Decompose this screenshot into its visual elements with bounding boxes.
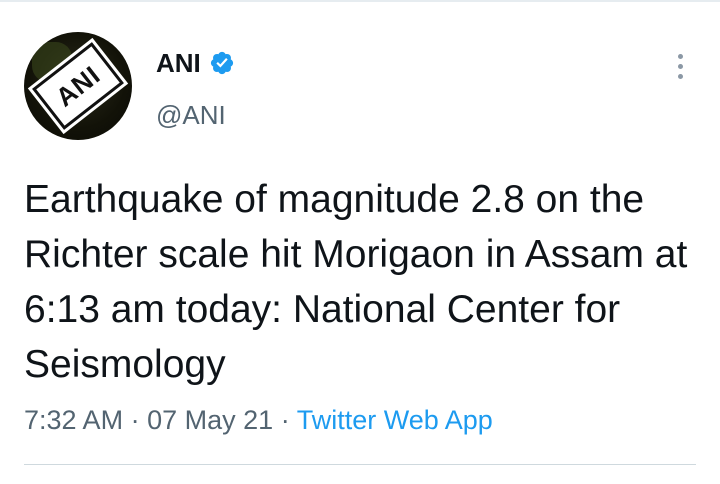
more-options-button[interactable] <box>664 50 696 82</box>
tweet-time[interactable]: 7:32 AM <box>24 405 123 435</box>
verified-badge-icon <box>210 51 233 75</box>
tweet-source-link[interactable]: Twitter Web App <box>297 405 493 435</box>
author-handle[interactable]: @ANI <box>156 98 226 132</box>
display-name[interactable]: ANI <box>156 46 201 80</box>
top-divider <box>0 0 720 2</box>
bottom-divider <box>24 464 696 465</box>
author-name-row: ANI <box>156 46 235 80</box>
meta-separator: · <box>130 405 140 435</box>
avatar[interactable]: ANI <box>24 32 132 140</box>
tweet-text: Earthquake of magnitude 2.8 on the Richt… <box>24 178 688 386</box>
tweet-date[interactable]: 07 May 21 <box>147 405 273 435</box>
tweet-card: ANI ANI @ANI Earthquake of magnitude 2.8… <box>0 0 720 484</box>
tweet-metadata: 7:32 AM · 07 May 21 · Twitter Web App <box>24 402 493 438</box>
meta-separator: · <box>280 405 290 435</box>
more-options-icon <box>677 53 683 59</box>
